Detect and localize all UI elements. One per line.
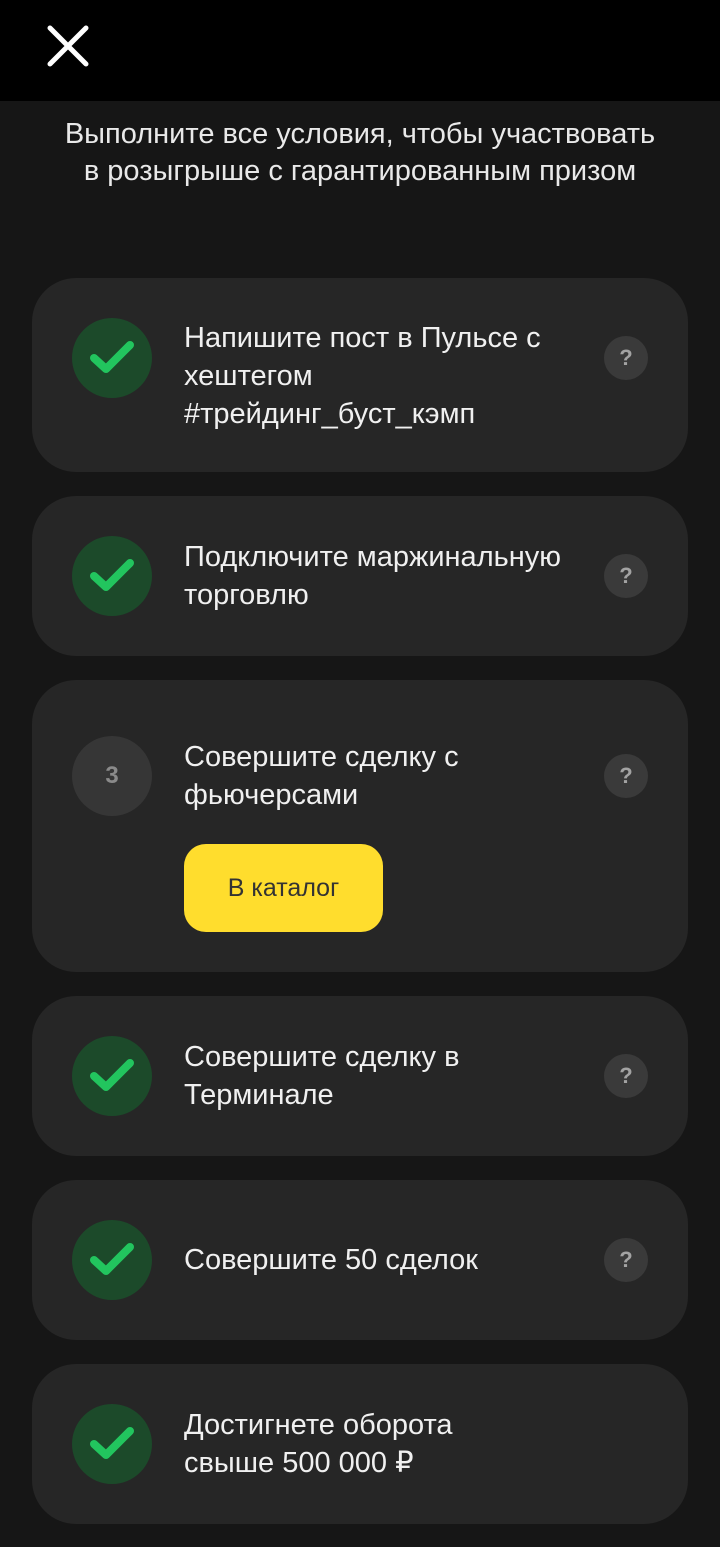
task-text: Совершите сделку в Терминале — [184, 1041, 460, 1111]
task-status-done — [72, 1036, 152, 1116]
checkmark-icon — [90, 1243, 134, 1275]
checkmark-icon — [90, 1059, 134, 1091]
task-status-done — [72, 536, 152, 616]
task-card-futures-trade: 3 Совершите сделку с фьючерсами ? В ката… — [32, 680, 688, 972]
close-button[interactable] — [44, 22, 92, 70]
help-button[interactable]: ? — [604, 754, 648, 798]
help-button[interactable]: ? — [604, 1054, 648, 1098]
task-text: Напишите пост в Пульсе с хештегом #трейд… — [184, 322, 541, 430]
task-card-terminal-trade: Совершите сделку в Терминале ? — [32, 996, 688, 1156]
task-text: Подключите маржинальную торговлю — [184, 541, 561, 611]
task-card-margin-trading: Подключите маржинальную торговлю ? — [32, 496, 688, 656]
help-button[interactable]: ? — [604, 1238, 648, 1282]
task-status-done — [72, 318, 152, 398]
checkmark-icon — [90, 1427, 134, 1459]
close-icon — [47, 25, 89, 67]
task-card-fifty-trades: Совершите 50 сделок ? — [32, 1180, 688, 1340]
task-status-step-number: 3 — [72, 736, 152, 816]
catalog-button[interactable]: В каталог — [184, 844, 383, 932]
task-card-hashtag-post: Напишите пост в Пульсе с хештегом #трейд… — [32, 278, 688, 472]
top-bar — [0, 0, 720, 101]
task-text: Совершите сделку с фьючерсами — [184, 741, 459, 811]
page-headline: Выполните все условия, чтобы участвовать… — [64, 118, 656, 187]
task-card-turnover: Достигнете оборота свыше 500 000 ₽ — [32, 1364, 688, 1524]
task-text: Совершите 50 сделок — [184, 1244, 478, 1276]
task-status-done — [72, 1220, 152, 1300]
task-status-done — [72, 1404, 152, 1484]
help-button[interactable]: ? — [604, 554, 648, 598]
task-text: Достигнете оборота свыше 500 000 ₽ — [184, 1409, 453, 1479]
checkmark-icon — [90, 341, 134, 373]
help-button[interactable]: ? — [604, 336, 648, 380]
checkmark-icon — [90, 559, 134, 591]
